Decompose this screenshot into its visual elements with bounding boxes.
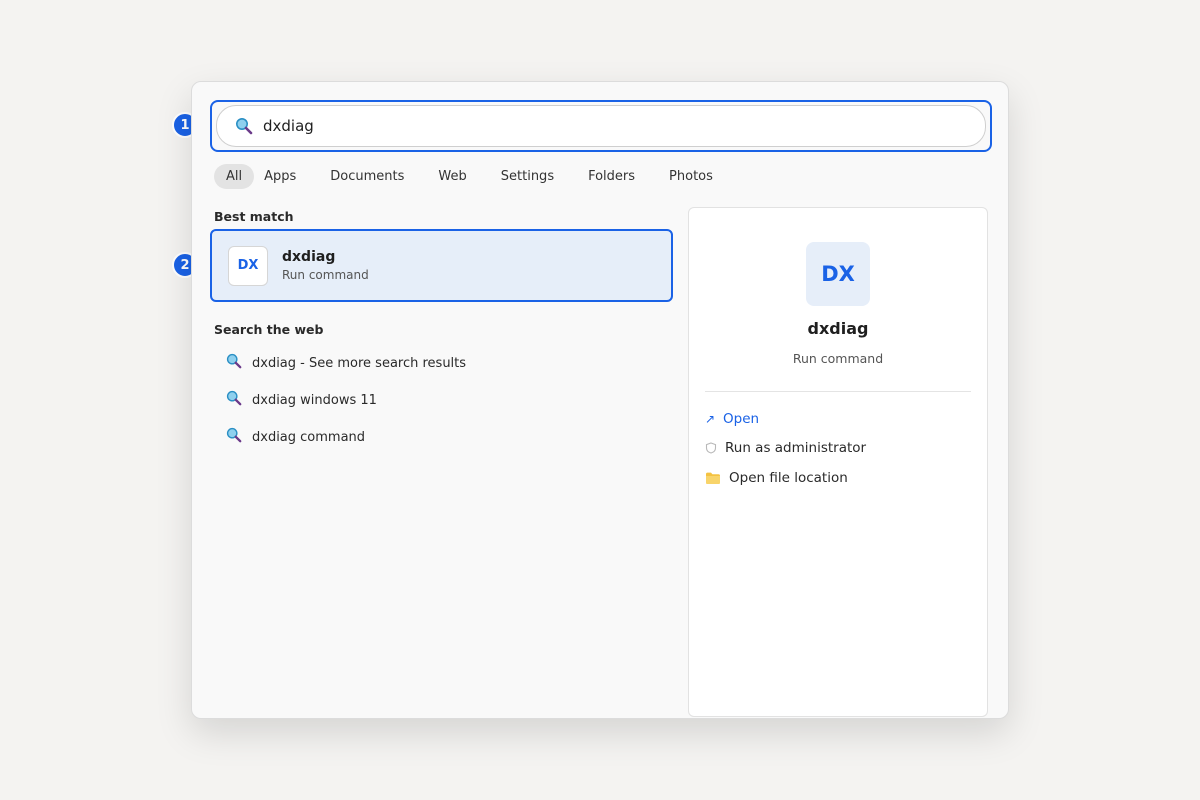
tab-documents[interactable]: Documents xyxy=(313,164,421,189)
web-result-text: dxdiag command xyxy=(252,429,366,445)
web-result-item[interactable]: dxdiag - See more search results xyxy=(226,352,466,374)
detail-divider xyxy=(705,391,971,392)
detail-subtitle: Run command xyxy=(792,351,884,366)
search-icon xyxy=(226,427,242,447)
open-arrow-icon: ↗ xyxy=(705,412,716,426)
search-input[interactable]: dxdiag xyxy=(216,105,986,147)
search-icon xyxy=(226,353,242,373)
best-match-title: dxdiag xyxy=(282,249,336,265)
web-result-item[interactable]: dxdiag command xyxy=(226,426,365,448)
tab-photos[interactable]: Photos xyxy=(652,164,730,189)
detail-pane: DX dxdiag Run command ↗ Open Run as admi… xyxy=(688,207,988,717)
tab-web[interactable]: Web xyxy=(421,164,483,189)
best-match-subtitle: Run command xyxy=(282,268,369,282)
run-as-admin-action[interactable]: Run as administrator xyxy=(705,440,866,456)
best-match-item[interactable]: DX dxdiag Run command xyxy=(210,229,673,302)
detail-title: dxdiag xyxy=(807,319,869,338)
search-icon xyxy=(235,117,253,135)
filter-tabs: All Apps Documents Web Settings Folders … xyxy=(214,164,730,189)
run-as-admin-label: Run as administrator xyxy=(725,440,867,456)
open-file-location-label: Open file location xyxy=(729,470,848,486)
start-search-panel: dxdiag All Apps Documents Web Settings F… xyxy=(191,81,1009,719)
open-action[interactable]: ↗ Open xyxy=(705,411,759,427)
tab-folders[interactable]: Folders xyxy=(571,164,652,189)
open-file-location-action[interactable]: Open file location xyxy=(705,470,848,486)
folder-icon xyxy=(705,471,721,485)
dxdiag-app-icon: DX xyxy=(228,245,268,286)
web-result-item[interactable]: dxdiag windows 11 xyxy=(226,389,377,411)
dxdiag-large-icon: DX xyxy=(806,242,870,306)
web-result-text: dxdiag windows 11 xyxy=(252,392,377,408)
tab-all[interactable]: All xyxy=(214,164,255,189)
search-highlight: dxdiag xyxy=(210,100,992,152)
best-match-label: Best match xyxy=(214,209,294,224)
tab-apps[interactable]: Apps xyxy=(259,164,313,189)
search-query-text: dxdiag xyxy=(263,117,314,135)
search-web-label: Search the web xyxy=(214,322,324,337)
shield-icon xyxy=(705,442,717,454)
web-result-text: dxdiag - See more search results xyxy=(252,355,467,371)
open-action-label: Open xyxy=(723,411,760,427)
tab-settings[interactable]: Settings xyxy=(484,164,571,189)
search-icon xyxy=(226,390,242,410)
